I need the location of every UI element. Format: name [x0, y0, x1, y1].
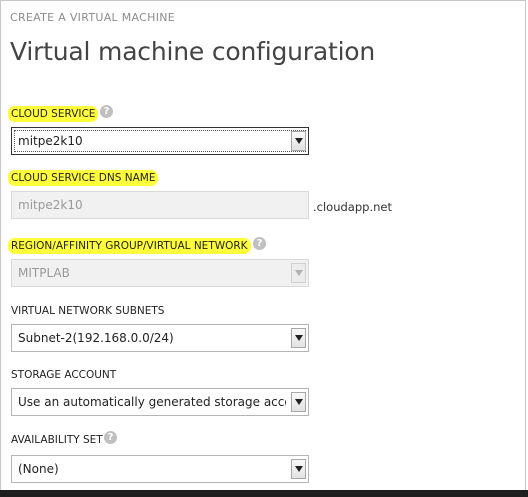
question-icon[interactable]: ? [253, 237, 266, 250]
breadcrumb: CREATE A VIRTUAL MACHINE [10, 11, 176, 24]
question-icon[interactable]: ? [100, 105, 113, 118]
availability-label: AVAILABILITY SET [11, 434, 103, 446]
availability-select[interactable]: (None) [11, 455, 309, 483]
subnets-value: Subnet-2(192.168.0.0/24) [18, 331, 174, 345]
dns-name-input[interactable]: mitpe2k10 [11, 191, 309, 219]
dropdown-button[interactable] [291, 459, 306, 479]
region-value: MITPLAB [18, 266, 70, 280]
storage-value: Use an automatically generated storage a… [18, 395, 286, 409]
availability-value: (None) [18, 462, 59, 476]
question-icon[interactable]: ? [104, 431, 117, 444]
dns-suffix: .cloudapp.net [313, 200, 392, 214]
dns-name-label: CLOUD SERVICE DNS NAME [8, 170, 159, 186]
dns-name-value: mitpe2k10 [18, 198, 83, 212]
chevron-down-icon [295, 466, 303, 472]
chevron-down-icon [295, 270, 303, 276]
cloud-service-value: mitpe2k10 [18, 134, 83, 148]
dropdown-button[interactable] [291, 263, 306, 283]
subnets-label: VIRTUAL NETWORK SUBNETS [11, 305, 165, 317]
dropdown-button[interactable] [291, 328, 306, 348]
storage-select[interactable]: Use an automatically generated storage a… [11, 388, 309, 416]
region-select[interactable]: MITPLAB [11, 259, 309, 287]
cloud-service-label: CLOUD SERVICE [8, 106, 99, 122]
chevron-down-icon [295, 399, 303, 405]
chevron-down-icon [295, 335, 303, 341]
bottom-bar [0, 490, 528, 497]
chevron-down-icon [295, 138, 303, 144]
region-label: REGION/AFFINITY GROUP/VIRTUAL NETWORK [8, 238, 251, 254]
dropdown-button[interactable] [291, 392, 306, 412]
storage-label: STORAGE ACCOUNT [11, 369, 117, 381]
dropdown-button[interactable] [291, 131, 306, 151]
cloud-service-select[interactable]: mitpe2k10 [11, 127, 309, 155]
subnets-select[interactable]: Subnet-2(192.168.0.0/24) [11, 324, 309, 352]
page-title: Virtual machine configuration [10, 37, 376, 66]
